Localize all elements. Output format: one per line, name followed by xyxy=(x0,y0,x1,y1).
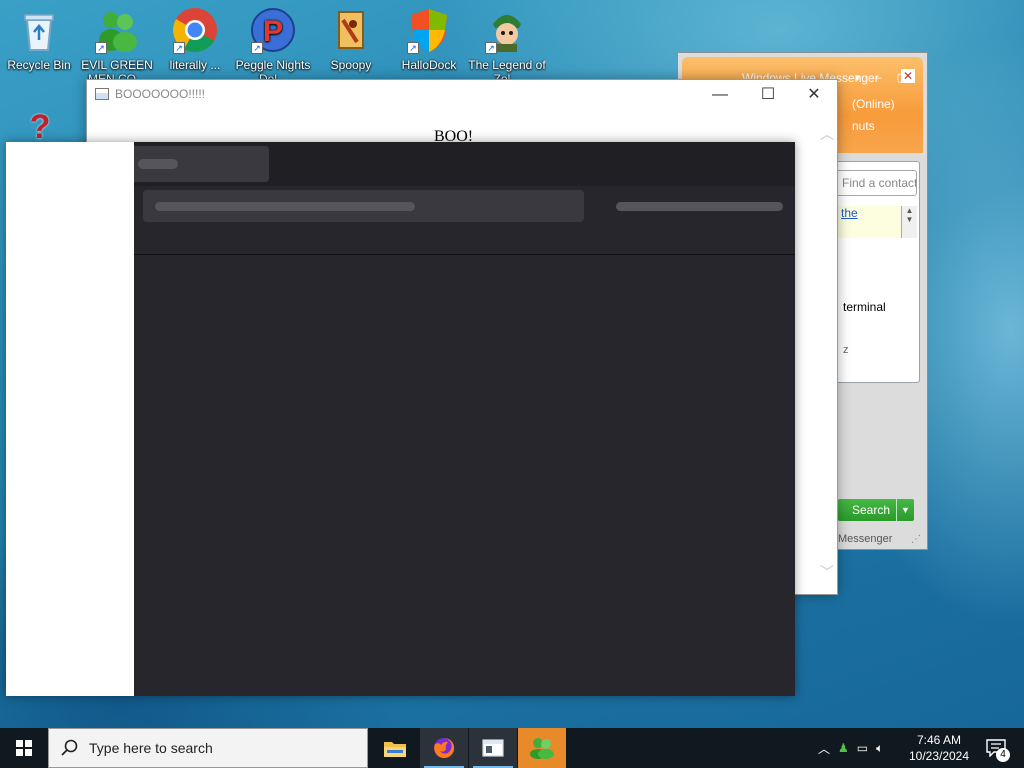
blank-sidebar xyxy=(6,142,134,696)
search-icon xyxy=(61,739,78,756)
messenger-news-scrollbar[interactable]: ▲ ▼ xyxy=(901,206,917,238)
messenger-icon xyxy=(530,738,554,759)
divider xyxy=(134,254,795,255)
messenger-personal-message[interactable]: nuts xyxy=(852,119,875,133)
boo-window-titlebar[interactable]: BOOOOOOO!!!!! — ☐ ✕ xyxy=(87,80,837,110)
loading-text-skeleton xyxy=(616,202,783,211)
app-window-icon xyxy=(95,88,109,100)
system-tray: ︿ ♟ ▭ 🔈︎ xyxy=(814,728,887,768)
messenger-search-input[interactable]: Find a contact or number xyxy=(833,170,917,196)
windows-logo-icon xyxy=(16,740,32,756)
clock-time: 7:46 AM xyxy=(916,733,962,747)
messenger-status[interactable]: (Online) xyxy=(852,97,895,111)
maximize-button[interactable]: ☐ xyxy=(745,80,791,110)
taskbar-search-placeholder: Type here to search xyxy=(89,740,213,756)
taskbar-app-file-explorer[interactable] xyxy=(371,728,419,768)
skeleton-bar xyxy=(138,159,178,169)
desktop-icon-chrome[interactable]: ↗ literally ... xyxy=(156,6,234,86)
spoopy-icon xyxy=(338,11,364,49)
dropdown-arrow-icon[interactable]: ▼ xyxy=(896,499,914,521)
desktop-icon-zelda[interactable]: ↗ The Legend of Zel... xyxy=(468,6,546,86)
messenger-contact-item[interactable]: terminal xyxy=(843,300,886,314)
close-button[interactable]: ✕ xyxy=(791,80,837,110)
skeleton-bar xyxy=(155,202,415,211)
notification-count: 4 xyxy=(996,748,1010,762)
chevron-up-icon[interactable]: ︿ xyxy=(818,740,830,757)
desktop-icon-spoopy[interactable]: Spoopy xyxy=(312,6,390,86)
recycle-bin-icon xyxy=(24,14,54,51)
minimize-button[interactable]: — xyxy=(697,80,743,110)
folder-icon xyxy=(384,742,406,757)
shortcut-arrow-icon: ↗ xyxy=(251,42,263,54)
resize-grip-icon[interactable]: ⋰ xyxy=(911,534,921,545)
desktop-icon-peggle[interactable]: P ↗ Peggle Nights Del... xyxy=(234,6,312,86)
desktop-icon-label: Recycle Bin xyxy=(7,58,71,72)
help-badge-icon[interactable]: ? xyxy=(22,110,58,144)
messenger-tray-icon[interactable]: ♟ xyxy=(838,741,849,755)
shortcut-arrow-icon: ↗ xyxy=(485,42,497,54)
scroll-up-icon[interactable]: ︿ xyxy=(820,124,834,144)
start-button[interactable] xyxy=(0,728,48,768)
desktop-icon-green-men[interactable]: ↗ EVIL GREEN MEN CO... xyxy=(78,6,156,86)
messenger-close-button[interactable]: ✕ xyxy=(901,69,915,83)
shortcut-arrow-icon: ↗ xyxy=(95,42,107,54)
loading-search-skeleton xyxy=(143,190,584,222)
taskbar-app-messenger[interactable] xyxy=(518,728,566,768)
notification-center-button[interactable]: 4 xyxy=(976,728,1016,768)
volume-icon[interactable]: 🔈︎ xyxy=(876,741,883,756)
boo-window-title: BOOOOOOO!!!!! xyxy=(115,87,206,101)
taskbar-search[interactable]: Type here to search xyxy=(48,728,368,768)
taskbar: Type here to search ︿ ♟ ▭ 🔈︎ 7:46 AM 10/… xyxy=(0,728,1024,768)
taskbar-clock[interactable]: 7:46 AM 10/23/2024 xyxy=(906,732,972,764)
shortcut-arrow-icon: ↗ xyxy=(407,42,419,54)
firefox-icon xyxy=(434,737,455,758)
scroll-down-icon[interactable]: ﹀ xyxy=(820,562,834,582)
window-icon xyxy=(482,739,504,757)
clock-date: 10/23/2024 xyxy=(908,749,970,763)
desktop-icon-recycle-bin[interactable]: Recycle Bin xyxy=(0,6,78,86)
loading-panel xyxy=(6,142,795,696)
messenger-footer: Messenger xyxy=(838,533,893,545)
desktop-icon-hallodock[interactable]: ↗ HalloDock xyxy=(390,6,468,86)
network-icon[interactable]: ▭ xyxy=(857,741,868,755)
shortcut-arrow-icon: ↗ xyxy=(173,42,185,54)
messenger-search-button[interactable]: Search ▼ xyxy=(838,499,914,521)
desktop: Recycle Bin ↗ EVIL GREEN MEN CO... ↗ xyxy=(0,0,1024,728)
taskbar-app-firefox[interactable] xyxy=(420,728,468,768)
taskbar-app-boo-window[interactable] xyxy=(469,728,517,768)
messenger-search-button-label: Search xyxy=(852,503,891,517)
svg-text:P: P xyxy=(263,15,283,48)
loading-tab-skeleton xyxy=(134,146,269,182)
messenger-contact-item[interactable]: z xyxy=(843,344,849,356)
